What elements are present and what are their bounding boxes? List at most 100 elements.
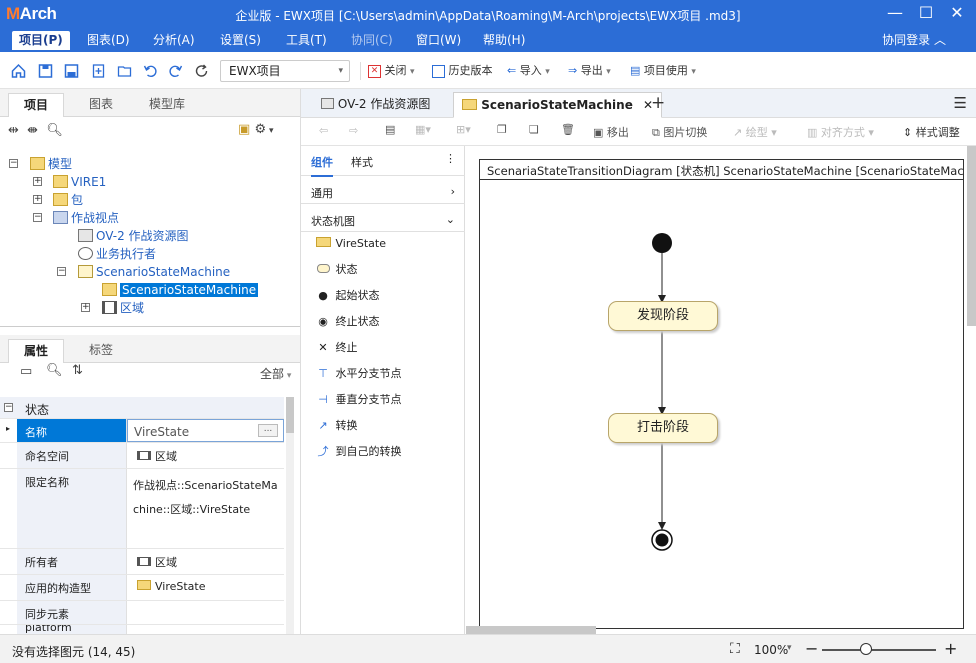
style-adjust-button[interactable]: ⇕ 样式调整 xyxy=(903,124,960,140)
locate-folder-icon[interactable]: ▣ xyxy=(238,122,250,137)
menu-help[interactable]: 帮助(H) xyxy=(476,31,532,50)
tree-node-statemachine-diagram[interactable]: ScenarioStateMachine xyxy=(102,281,259,299)
undo-icon[interactable] xyxy=(142,61,159,81)
align-button[interactable]: ▥ 对齐方式 ▾ xyxy=(807,124,874,140)
expand-toggle[interactable]: + xyxy=(33,195,42,204)
expand-all-icon[interactable]: ⇹ xyxy=(8,123,19,138)
property-scrollbar[interactable] xyxy=(286,397,294,634)
image-switch-button[interactable]: ⧉ 图片切换 xyxy=(652,124,707,140)
tree-node-model[interactable]: 模型 xyxy=(30,155,72,173)
redo-icon[interactable] xyxy=(167,61,184,81)
group-header[interactable]: − 状态 xyxy=(0,397,284,419)
tab-list-icon[interactable]: ☰ xyxy=(954,94,967,112)
palette-vertical-fork[interactable]: ⊣ 垂直分支节点 xyxy=(314,391,401,409)
palette-initial-state[interactable]: ● 起始状态 xyxy=(314,287,379,305)
section-statemachine[interactable]: 状态机图 ⌄ xyxy=(301,204,465,232)
maximize-button[interactable]: ☐ xyxy=(911,3,941,25)
expand-toggle[interactable]: + xyxy=(33,177,42,186)
tree-node-viewpoint[interactable]: 作战视点 xyxy=(53,209,119,227)
collapse-toggle[interactable]: − xyxy=(33,213,42,222)
more-icon[interactable]: ⋮ xyxy=(445,152,456,165)
menu-settings[interactable]: 设置(S) xyxy=(213,31,268,50)
forward-icon[interactable]: ⇨ xyxy=(349,124,358,137)
palette-final-state[interactable]: ◉ 终止状态 xyxy=(314,313,379,331)
list-view-icon[interactable]: ▭ xyxy=(20,364,32,379)
diagram-canvas[interactable]: ScenariaStateTransitionDiagram [状态机] Sce… xyxy=(466,146,976,634)
property-row[interactable]: 所有者 区域 xyxy=(0,549,284,575)
zoom-menu-icon[interactable]: ▾ xyxy=(787,643,792,653)
property-row[interactable]: platform xyxy=(0,625,284,634)
section-general[interactable]: 通用 › xyxy=(301,176,465,204)
gear-icon[interactable]: ⚙ xyxy=(254,122,266,137)
menu-chart[interactable]: 图表(D) xyxy=(80,31,137,50)
tree-node-vire1[interactable]: VIRE1 xyxy=(53,173,106,191)
menu-project[interactable]: 项目(P) xyxy=(12,31,70,50)
tab-statemachine[interactable]: ScenarioStateMachine ✕ xyxy=(453,92,663,118)
canvas-vscroll[interactable] xyxy=(967,146,976,326)
tab-ov2-diagram[interactable]: OV-2 作战资源图 xyxy=(313,92,438,118)
tree-node-package[interactable]: 包 xyxy=(53,191,83,209)
menu-analysis[interactable]: 分析(A) xyxy=(146,31,202,50)
open-folder-icon[interactable] xyxy=(116,61,133,81)
state-discover[interactable]: 发现阶段 xyxy=(608,301,718,331)
project-combo[interactable]: EWX项目 ▾ xyxy=(220,60,350,82)
save-icon[interactable] xyxy=(37,61,54,81)
ellipsis-button[interactable]: ... xyxy=(258,424,278,437)
menu-collab[interactable]: 协同(C) xyxy=(344,31,400,50)
palette-transition[interactable]: ↗ 转换 xyxy=(314,417,357,435)
palette-horizontal-fork[interactable]: ⊤ 水平分支节点 xyxy=(314,365,401,383)
zoom-slider[interactable] xyxy=(822,649,936,651)
line-style-button[interactable]: ↗ 绘型 ▾ xyxy=(733,124,777,140)
fit-page-icon[interactable]: ⛶ xyxy=(730,641,740,657)
move-out-button[interactable]: ▣ 移出 xyxy=(593,124,629,140)
tree-node-ov2[interactable]: OV-2 作战资源图 xyxy=(78,227,189,245)
collapse-toggle[interactable]: − xyxy=(9,159,18,168)
back-icon[interactable]: ⇦ xyxy=(319,124,328,137)
tab-charts[interactable]: 图表 xyxy=(74,93,128,117)
tab-tags[interactable]: 标签 xyxy=(74,339,128,363)
save-all-icon[interactable] xyxy=(63,61,80,81)
new-tab-button[interactable]: + xyxy=(651,93,665,113)
menu-tools[interactable]: 工具(T) xyxy=(279,31,334,50)
search-icon[interactable]: 🔍︎ xyxy=(46,123,63,138)
property-row[interactable]: 同步元素 xyxy=(0,601,284,625)
import-button[interactable]: ⇐ 导入 ▾ xyxy=(507,61,550,81)
property-row[interactable]: 命名空间 区域 xyxy=(0,443,284,469)
paste-icon[interactable]: ❏ xyxy=(529,123,539,136)
tree-node-statemachine[interactable]: ScenarioStateMachine xyxy=(78,263,230,281)
history-button[interactable]: 历史版本 xyxy=(432,61,493,81)
layout-icon[interactable]: ▦▾ xyxy=(415,123,431,136)
initial-state-node[interactable] xyxy=(652,233,672,253)
palette-terminate[interactable]: ✕ 终止 xyxy=(314,339,357,357)
canvas-hscroll[interactable] xyxy=(466,626,596,634)
collapse-all-icon[interactable]: ⇼ xyxy=(27,123,38,138)
tree-node-performer[interactable]: 业务执行者 xyxy=(78,245,156,263)
new-icon[interactable] xyxy=(90,61,107,81)
tree-layout-icon[interactable]: ⊞▾ xyxy=(456,123,471,136)
project-use-button[interactable]: ▤ 项目使用 ▾ xyxy=(630,61,696,81)
tab-styles[interactable]: 样式 xyxy=(351,154,373,170)
tab-components[interactable]: 组件 xyxy=(311,154,333,177)
filter-select[interactable]: 全部 ▾ xyxy=(260,365,291,382)
palette-vire-state[interactable]: VireState xyxy=(314,235,386,253)
property-row[interactable]: 应用的构造型 VireState xyxy=(0,575,284,601)
collapse-icon[interactable]: ︿ xyxy=(934,33,946,47)
copy-icon[interactable]: ❐ xyxy=(497,123,507,136)
property-row[interactable]: ▸ 名称 VireState... xyxy=(0,419,284,443)
zoom-in-button[interactable]: + xyxy=(944,639,957,658)
expand-toggle[interactable]: + xyxy=(81,303,90,312)
menu-window[interactable]: 窗口(W) xyxy=(409,31,468,50)
sort-icon[interactable]: ⇅ xyxy=(72,363,83,378)
property-row[interactable]: 限定名称 作战视点::ScenarioStateMachine::区域::Vir… xyxy=(0,469,284,549)
collab-login[interactable]: 协同登录 ︿ xyxy=(882,31,946,50)
palette-self-transition[interactable]: ⤴ 到自己的转换 xyxy=(314,443,402,461)
home-icon[interactable] xyxy=(10,61,27,81)
tab-project[interactable]: 项目 xyxy=(8,93,65,117)
palette-state[interactable]: 状态 xyxy=(314,261,358,279)
zoom-slider-thumb[interactable] xyxy=(860,643,872,655)
diagram-frame[interactable]: ScenariaStateTransitionDiagram [状态机] Sce… xyxy=(479,159,964,629)
collapse-toggle[interactable]: − xyxy=(4,403,13,412)
minimize-button[interactable]: — xyxy=(880,3,910,25)
zoom-out-button[interactable]: − xyxy=(805,639,818,658)
export-button[interactable]: ⇒ 导出 ▾ xyxy=(568,61,611,81)
